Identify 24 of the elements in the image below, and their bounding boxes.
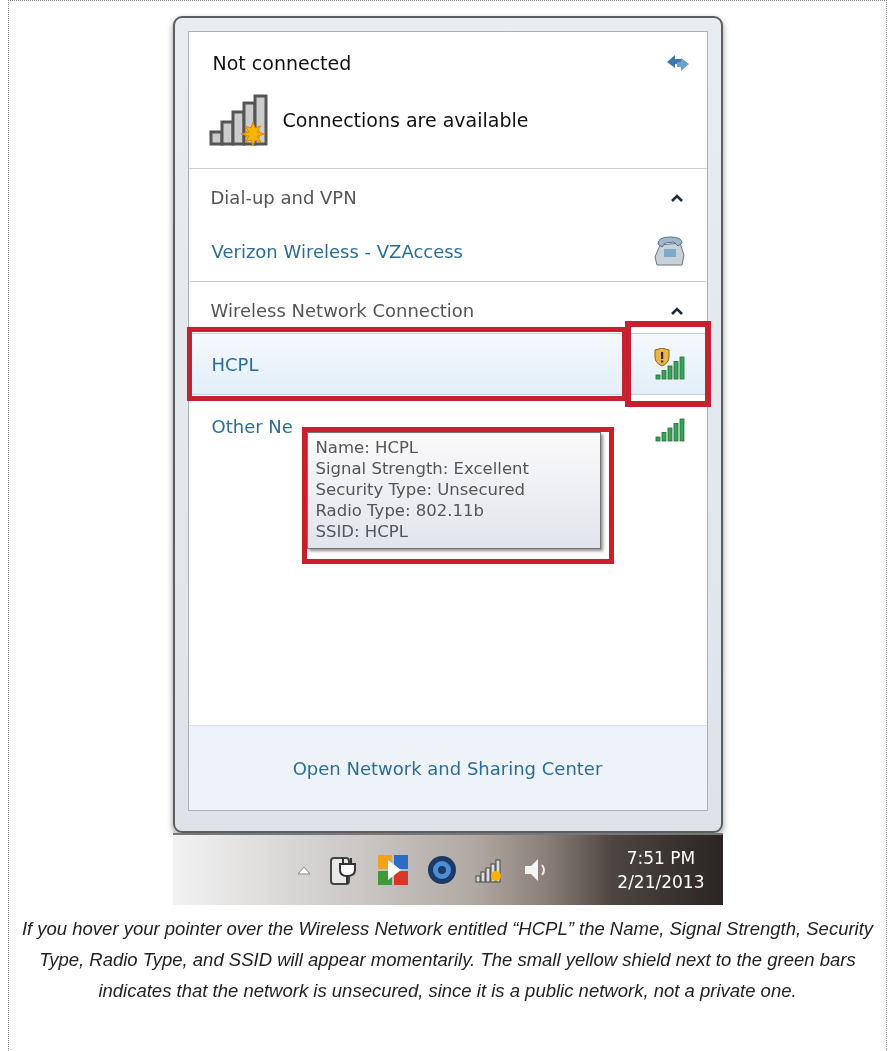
media-app-icon[interactable] [376,854,409,886]
clock-time: 7:51 PM [626,848,696,868]
network-center-link[interactable]: Open Network and Sharing Center [292,757,603,779]
tooltip-line: SSID: HCPL [315,521,409,542]
tooltip-line: Signal Strength: Excellent [315,458,530,479]
chevron-up-icon[interactable] [670,306,683,315]
section-header: Dial-up and VPN [210,187,357,208]
connection-status: Not connected [212,52,352,74]
section-header: Wireless Network Connection [210,300,475,321]
power-plug-icon[interactable] [328,854,359,886]
network-name: HCPL [211,353,259,375]
caption-paragraph: If you hover your pointer over the Wireless Network entitled “HCPL” the Name, Signal Strength, Security Type, Radio Type, and SSID will appear momentarily. The small yellow shield next to the green bars indicates that the network is unsecured, since it is a public network, not a private one. [20,917,875,1003]
network-item[interactable]: Verizon Wireless - VZAccess [188,220,707,282]
clock-date: 2/21/2013 [617,872,705,892]
orb-icon[interactable] [426,855,457,885]
tooltip-line: Security Type: Unsecured [315,479,527,500]
telephone-icon [651,235,686,267]
network-name: Verizon Wireless - VZAccess [211,240,463,262]
show-hidden-icons-button[interactable] [296,865,311,875]
tooltip-line: Name: HCPL [315,437,420,458]
chevron-up-icon[interactable] [670,193,683,202]
network-name: Other Ne [211,415,293,437]
tooltip-line: Radio Type: 802.11b [315,500,486,521]
availability-text: Connections are available [282,109,529,131]
